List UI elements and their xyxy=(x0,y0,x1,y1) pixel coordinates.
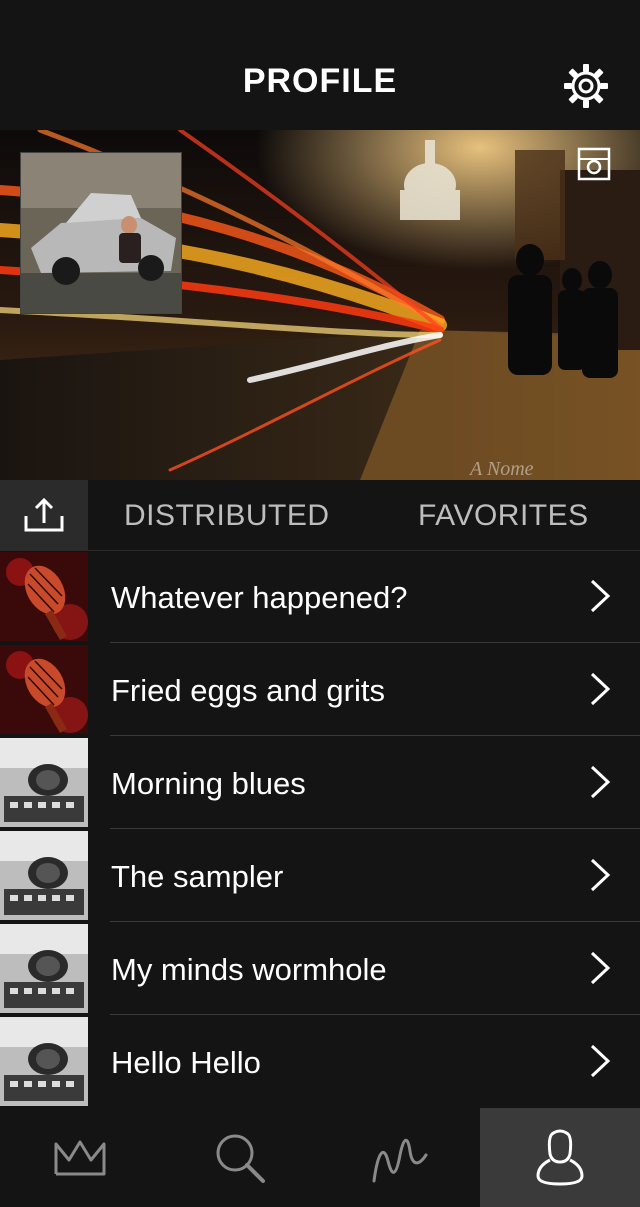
chevron-right-icon xyxy=(590,672,611,706)
track-title: Whatever happened? xyxy=(111,580,408,615)
track-thumbnail xyxy=(0,831,88,920)
nav-activity[interactable] xyxy=(320,1108,480,1207)
track-title: Morning blues xyxy=(111,766,306,801)
profile-tabs: DISTRIBUTED FAVORITES xyxy=(0,480,640,551)
list-item[interactable]: Hello Hello xyxy=(0,1015,640,1108)
track-thumbnail xyxy=(0,924,88,1013)
gear-icon xyxy=(564,64,608,108)
chevron-right-icon xyxy=(590,765,611,799)
chevron-right-icon xyxy=(590,951,611,985)
list-item[interactable]: Fried eggs and grits xyxy=(0,643,640,736)
crown-icon xyxy=(54,1140,106,1175)
track-thumbnail xyxy=(0,1017,88,1106)
bottom-nav xyxy=(0,1108,640,1207)
chevron-right-icon xyxy=(590,579,611,613)
search-icon xyxy=(216,1134,265,1183)
list-item[interactable]: The sampler xyxy=(0,829,640,922)
upload-button[interactable] xyxy=(0,480,88,550)
waveform-icon xyxy=(372,1138,428,1182)
list-item[interactable]: Whatever happened? xyxy=(0,550,640,643)
nav-profile[interactable] xyxy=(480,1108,640,1207)
change-cover-button[interactable] xyxy=(577,147,611,181)
profile-icon xyxy=(536,1129,584,1186)
track-title: Hello Hello xyxy=(111,1045,261,1080)
tab-distributed[interactable]: DISTRIBUTED xyxy=(124,480,330,550)
tab-favorites[interactable]: FAVORITES xyxy=(418,480,589,550)
camera-icon xyxy=(577,147,611,181)
page-title: PROFILE xyxy=(242,62,398,100)
app-header: PROFILE xyxy=(0,0,640,130)
watermark: A Nome xyxy=(468,458,534,480)
list-item[interactable]: My minds wormhole xyxy=(0,922,640,1015)
nav-search[interactable] xyxy=(160,1108,320,1207)
track-thumbnail xyxy=(0,645,88,734)
track-thumbnail xyxy=(0,738,88,827)
list-item[interactable]: Morning blues xyxy=(0,736,640,829)
settings-button[interactable] xyxy=(561,61,611,111)
nav-top-charts[interactable] xyxy=(0,1108,160,1207)
chevron-right-icon xyxy=(590,1044,611,1078)
track-title: Fried eggs and grits xyxy=(111,673,385,708)
chevron-right-icon xyxy=(590,858,611,892)
track-thumbnail xyxy=(0,552,88,641)
upload-icon xyxy=(24,497,64,532)
avatar[interactable] xyxy=(20,152,182,314)
track-title: My minds wormhole xyxy=(111,952,387,987)
track-title: The sampler xyxy=(111,859,284,894)
